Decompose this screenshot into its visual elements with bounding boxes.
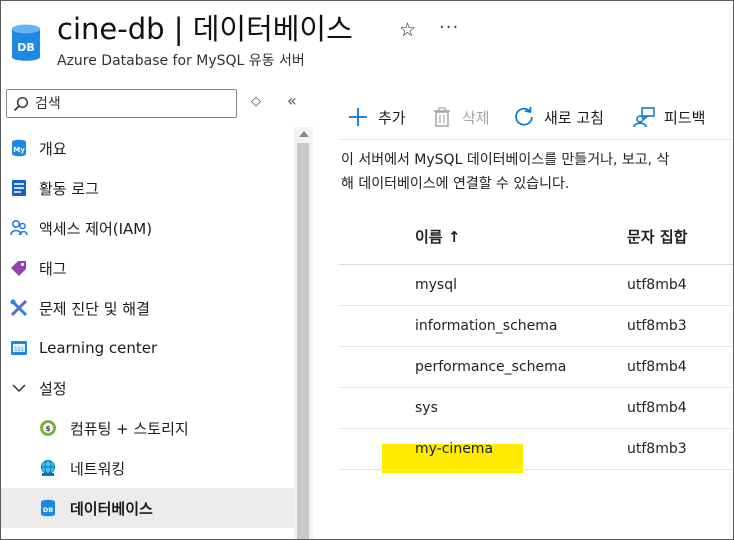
column-header-charset[interactable]: 문자 집합	[627, 226, 687, 247]
cell-charset: utf8mb3	[627, 318, 687, 334]
svg-text:$: $	[46, 425, 51, 433]
cell-db-name[interactable]: information_schema	[415, 318, 558, 334]
sidebar-item-label: Learning center	[39, 339, 158, 357]
svg-text:101: 101	[14, 347, 24, 353]
sidebar-item-databases[interactable]: DB 데이터베이스	[1, 488, 294, 528]
sidebar-item-label: 문제 진단 및 해결	[39, 299, 150, 318]
add-button[interactable]: 추가	[347, 105, 406, 129]
database-icon: DB	[12, 24, 40, 61]
cell-db-name[interactable]: performance_schema	[415, 359, 566, 375]
sidebar-item-label: 개요	[39, 139, 67, 158]
sidebar-item-learning-center[interactable]: 101 Learning center	[1, 328, 294, 368]
table-row[interactable]: my-cinema utf8mb3	[339, 429, 733, 470]
sidebar-group-settings[interactable]: 설정	[1, 368, 294, 408]
sidebar-item-label: 활동 로그	[39, 179, 99, 198]
search-icon	[13, 96, 29, 112]
sidebar-item-overview[interactable]: My 개요	[1, 128, 294, 168]
db-badge-text: DB	[17, 41, 35, 54]
sidebar-item-tags[interactable]: 태그	[1, 248, 294, 288]
refresh-label: 새로 고침	[544, 108, 604, 127]
refresh-button[interactable]: 새로 고침	[513, 105, 604, 129]
sidebar-item-iam[interactable]: 액세스 제어(IAM)	[1, 208, 294, 248]
description-line-2: 해 데이터베이스에 연결할 수 있습니다.	[341, 176, 570, 192]
delete-button[interactable]: 삭제	[431, 105, 490, 129]
mysql-icon: My	[12, 139, 26, 157]
sidebar-search-box[interactable]	[6, 89, 237, 118]
sidebar-item-diagnose[interactable]: 문제 진단 및 해결	[1, 288, 294, 328]
expand-collapse-icon[interactable]: ◇	[251, 94, 261, 109]
trash-icon	[434, 107, 450, 127]
sidebar-item-compute-storage[interactable]: $ 컴퓨팅 + 스토리지	[1, 408, 294, 448]
table-row[interactable]: information_schema utf8mb3	[339, 306, 733, 347]
learning-icon: 101	[11, 341, 27, 355]
favorite-star-icon[interactable]: ☆	[399, 19, 416, 41]
table-row[interactable]: sys utf8mb4	[339, 388, 733, 429]
cell-charset: utf8mb4	[627, 277, 687, 293]
sidebar-item-label: 설정	[39, 379, 67, 398]
sidebar-item-label: 태그	[39, 259, 67, 278]
network-icon	[41, 460, 55, 476]
sidebar-item-networking[interactable]: 네트워킹	[1, 448, 294, 488]
sidebar-item-label: 데이터베이스	[70, 499, 153, 518]
page-description: 이 서버에서 MySQL 데이터베이스를 만들거나, 보고, 삭 해 데이터베이…	[341, 148, 669, 196]
sidebar-item-label: 컴퓨팅 + 스토리지	[70, 419, 189, 438]
database-icon: DB	[41, 499, 55, 517]
table-row[interactable]: mysql utf8mb4	[339, 265, 733, 306]
wrench-icon	[10, 299, 28, 317]
scroll-up-arrow-icon[interactable]	[299, 131, 309, 137]
chevron-down-icon	[12, 384, 26, 393]
app-frame: DB cine-db | 데이터베이스 Azure Database for M…	[0, 0, 734, 540]
feedback-label: 피드백	[664, 108, 706, 127]
table-row[interactable]: performance_schema utf8mb4	[339, 347, 733, 388]
delete-label: 삭제	[462, 108, 490, 127]
sidebar-item-label: 액세스 제어(IAM)	[39, 219, 153, 238]
cell-db-name[interactable]: mysql	[415, 277, 457, 293]
sidebar-item-label: 네트워킹	[70, 459, 126, 478]
compute-icon: $	[40, 420, 56, 436]
sidebar-item-activity-log[interactable]: 활동 로그	[1, 168, 294, 208]
cell-charset: utf8mb4	[627, 400, 687, 416]
cell-charset: utf8mb4	[627, 359, 687, 375]
feedback-icon	[633, 107, 655, 128]
activity-log-icon	[12, 180, 26, 196]
refresh-icon	[515, 107, 533, 126]
column-header-name[interactable]: 이름 ↑	[415, 226, 460, 247]
more-options-icon[interactable]: ···	[439, 17, 459, 38]
feedback-button[interactable]: 피드백	[633, 105, 705, 129]
description-line-1: 이 서버에서 MySQL 데이터베이스를 만들거나, 보고, 삭	[341, 152, 670, 168]
cell-db-name[interactable]: my-cinema	[415, 441, 493, 457]
page-title: cine-db | 데이터베이스	[57, 12, 353, 46]
collapse-sidebar-icon[interactable]: «	[287, 91, 297, 110]
plus-icon	[349, 108, 367, 126]
page-subtitle: Azure Database for MySQL 유동 서버	[57, 53, 305, 69]
people-icon	[10, 220, 28, 236]
svg-text:My: My	[13, 146, 25, 154]
svg-text:DB: DB	[43, 506, 53, 514]
cell-db-name[interactable]: sys	[415, 400, 438, 416]
search-input[interactable]	[35, 93, 231, 114]
add-label: 추가	[378, 108, 406, 127]
cell-charset: utf8mb3	[627, 441, 687, 457]
tag-icon	[11, 261, 26, 276]
sidebar-nav: My 개요 활동 로그 액세스 제어(IAM) 태그 문제 진단 및 해결 10…	[1, 128, 294, 528]
toolbar-divider	[339, 139, 733, 140]
scrollbar-thumb[interactable]	[297, 143, 309, 539]
